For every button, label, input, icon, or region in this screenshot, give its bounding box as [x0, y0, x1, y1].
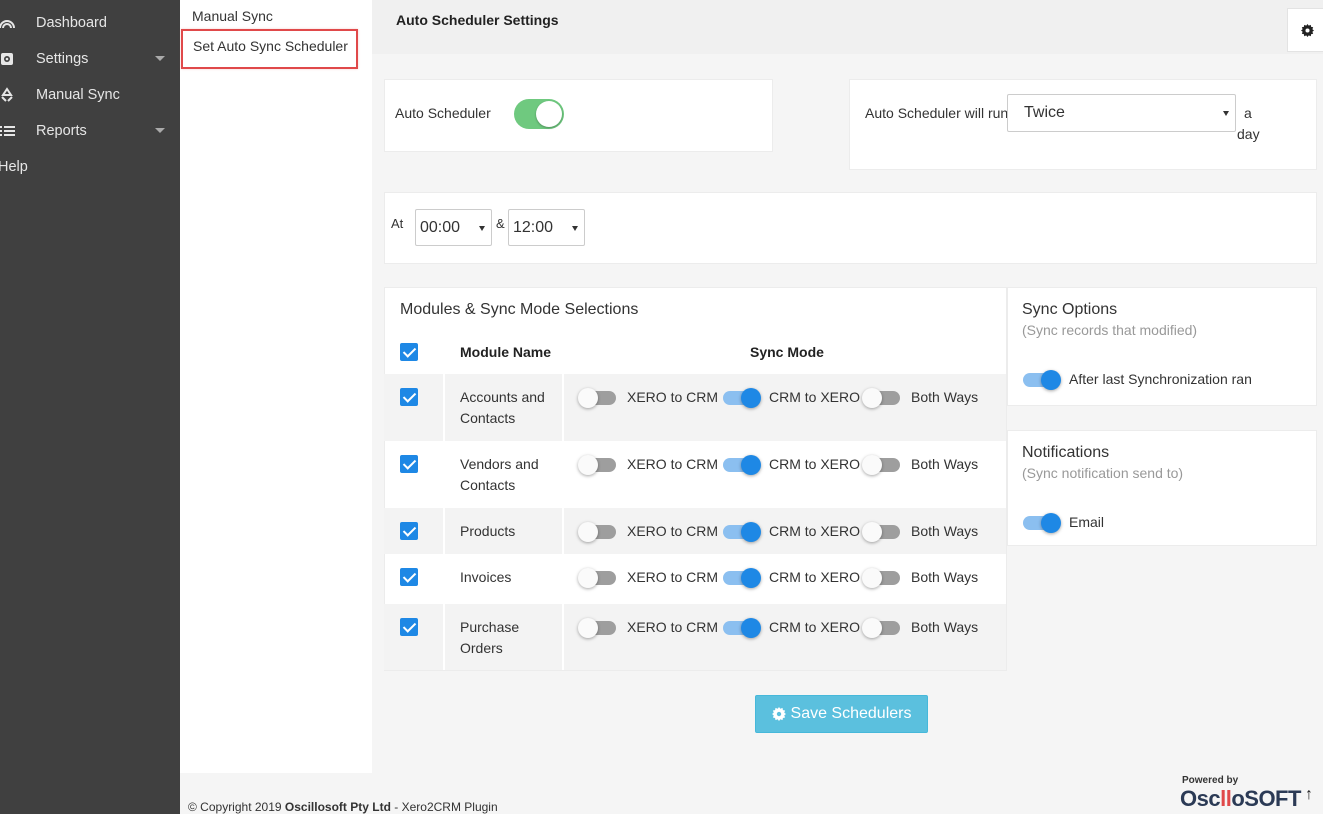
sync-mode-label: XERO to CRM [627, 456, 719, 472]
powered-by-label: Powered by [1182, 775, 1239, 786]
sidebar-item-label: Reports [36, 123, 87, 139]
sync-mode-label: Both Ways [911, 619, 979, 635]
sidebar-item-label: Dashboard [36, 15, 107, 31]
run-frequency-label: Auto Scheduler will run [865, 105, 1009, 121]
sync-mode-label: Both Ways [911, 389, 979, 405]
scroll-to-top-button[interactable]: ↑ [1305, 786, 1313, 804]
email-label: Email [1069, 514, 1105, 530]
submenu: Manual Sync [180, 0, 372, 773]
list-icon [0, 122, 16, 140]
both-ways-toggle[interactable] [862, 568, 900, 588]
time2-select[interactable]: 12:00 [508, 209, 585, 246]
sync-options-title: Sync Options [1022, 301, 1118, 318]
xero-to-crm-toggle[interactable] [578, 388, 616, 408]
sync-mode-label: CRM to XERO [769, 456, 861, 472]
sidebar-item-settings[interactable]: Settings [0, 41, 180, 77]
sidebar-item-label: Settings [36, 51, 89, 67]
sync-mode-label: CRM to XERO [769, 389, 861, 405]
amp-label: & [496, 216, 505, 231]
gear-icon [0, 50, 16, 68]
crm-to-xero-toggle[interactable] [723, 568, 761, 588]
sync-mode-label: XERO to CRM [627, 389, 719, 405]
chevron-down-icon [479, 225, 485, 231]
sidebar-item-dashboard[interactable]: Dashboard [0, 5, 180, 41]
sync-mode-label: CRM to XERO [769, 523, 861, 539]
column-header-sync-mode: Sync Mode [750, 344, 824, 360]
sync-mode-label: CRM to XERO [769, 619, 861, 635]
module-name: Invoices [460, 569, 512, 585]
footer-company: Oscillosoft Pty Ltd [284, 800, 391, 814]
sidebar-item-manual-sync[interactable]: Manual Sync [0, 77, 180, 113]
row-checkbox[interactable] [400, 568, 418, 586]
sidebar-item-label: Help [0, 159, 28, 175]
notifications-subtitle: (Sync notification send to) [1022, 465, 1184, 481]
module-name: Products [460, 523, 516, 539]
gear-icon [1300, 23, 1314, 37]
gear-icon [771, 707, 786, 721]
sync-mode-label: Both Ways [911, 569, 979, 585]
sync-mode-label: Both Ways [911, 523, 979, 539]
xero-to-crm-toggle[interactable] [578, 522, 616, 542]
sidebar: Dashboard Settings Manual Sync Reports H… [0, 0, 180, 814]
row-checkbox[interactable] [400, 618, 418, 636]
xero-to-crm-toggle[interactable] [578, 618, 616, 638]
run-suffix-a: a [1244, 105, 1252, 121]
crm-to-xero-toggle[interactable] [723, 388, 761, 408]
column-header-module: Module Name [460, 344, 552, 360]
save-schedulers-button[interactable]: Save Schedulers [755, 695, 928, 733]
after-last-sync-label: After last Synchronization ran [1069, 371, 1252, 387]
submenu-item-manual-sync[interactable]: Manual Sync [192, 8, 273, 24]
page-title: Auto Scheduler Settings [396, 12, 559, 28]
row-checkbox[interactable] [400, 522, 418, 540]
run-frequency-select[interactable]: Twice [1007, 94, 1236, 132]
row-checkbox[interactable] [400, 388, 418, 406]
chevron-down-icon [155, 56, 165, 61]
both-ways-toggle[interactable] [862, 455, 900, 475]
notifications-title: Notifications [1022, 444, 1110, 461]
sync-options-subtitle: (Sync records that modified) [1022, 322, 1198, 338]
chevron-down-icon [572, 225, 578, 231]
submenu-item-auto-sync-scheduler[interactable]: Set Auto Sync Scheduler [181, 29, 358, 69]
time1-select[interactable]: 00:00 [415, 209, 492, 246]
footer-copyright: © Copyright 2019 Oscillosoft Pty Ltd - X… [188, 800, 498, 814]
crm-to-xero-toggle[interactable] [723, 618, 761, 638]
chevron-down-icon [155, 128, 165, 133]
sidebar-item-help[interactable]: Help [0, 149, 180, 185]
after-last-sync-toggle[interactable] [1023, 370, 1061, 390]
both-ways-toggle[interactable] [862, 522, 900, 542]
row-checkbox[interactable] [400, 455, 418, 473]
module-name: Purchase Orders [460, 619, 520, 656]
both-ways-toggle[interactable] [862, 618, 900, 638]
sync-mode-label: CRM to XERO [769, 569, 861, 585]
select-all-checkbox[interactable] [400, 343, 418, 361]
modules-title: Modules & Sync Mode Selections [400, 301, 639, 318]
xero-to-crm-toggle[interactable] [578, 455, 616, 475]
sync-mode-label: XERO to CRM [627, 619, 719, 635]
crm-to-xero-toggle[interactable] [723, 455, 761, 475]
sync-mode-label: XERO to CRM [627, 569, 719, 585]
module-name: Vendors and Contacts [460, 456, 539, 493]
at-label: At [391, 216, 404, 231]
xero-to-crm-toggle[interactable] [578, 568, 616, 588]
settings-button[interactable] [1287, 8, 1323, 52]
sidebar-item-reports[interactable]: Reports [0, 113, 180, 149]
email-toggle[interactable] [1023, 513, 1061, 533]
module-name: Accounts and Contacts [460, 389, 545, 426]
sync-mode-label: XERO to CRM [627, 523, 719, 539]
chevron-down-icon [1223, 111, 1229, 116]
sync-mode-label: Both Ways [911, 456, 979, 472]
recycle-icon [0, 86, 16, 104]
run-suffix-day: day [1237, 126, 1260, 142]
auto-scheduler-toggle[interactable] [514, 99, 564, 129]
crm-to-xero-toggle[interactable] [723, 522, 761, 542]
sidebar-item-label: Manual Sync [36, 87, 120, 103]
dashboard-icon [0, 14, 16, 32]
both-ways-toggle[interactable] [862, 388, 900, 408]
oscillosoft-logo: OsclloSOFT [1180, 786, 1301, 811]
auto-scheduler-label: Auto Scheduler [395, 105, 491, 121]
